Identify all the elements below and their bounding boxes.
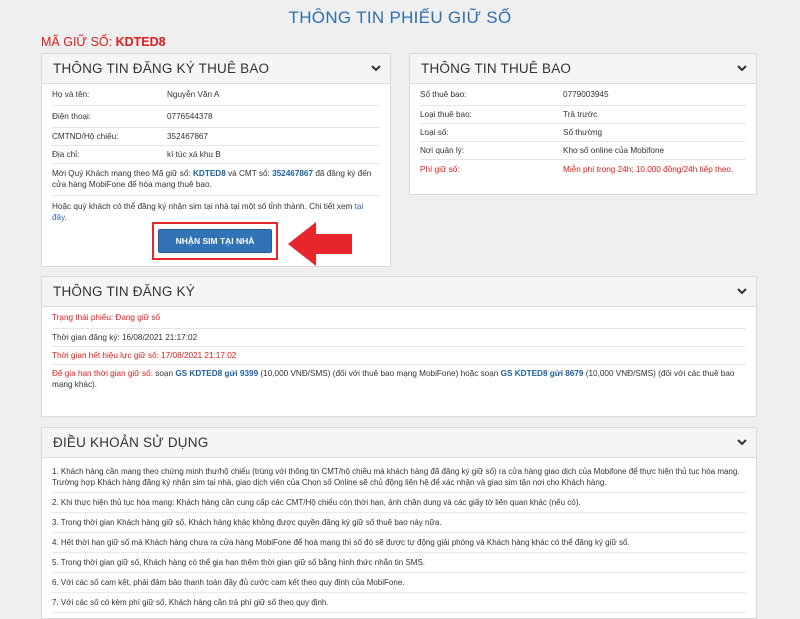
row-label: Địa chỉ: bbox=[52, 150, 80, 159]
page-title: THÔNG TIN PHIẾU GIỮ SỐ bbox=[288, 8, 512, 27]
home-delivery-button[interactable]: NHẬN SIM TẠI NHÀ bbox=[158, 229, 272, 253]
row-label: Số thuê bao: bbox=[420, 90, 467, 99]
subscriber-panel-title: THÔNG TIN ĐĂNG KÝ THUÊ BAO bbox=[53, 61, 270, 76]
number-panel-title: THÔNG TIN THUÊ BAO bbox=[421, 61, 572, 76]
row-label: Loại số: bbox=[420, 128, 449, 137]
status-row: Trạng thái phiếu: Đang giữ số bbox=[52, 307, 746, 329]
invite-text-part: Mời Quý Khách mang theo Mã giữ số: bbox=[52, 169, 191, 178]
arrow-left-icon bbox=[286, 220, 354, 268]
terms-panel-header[interactable]: ĐIỀU KHOẢN SỬ DỤNG bbox=[42, 428, 756, 458]
subscriber-panel-header[interactable]: THÔNG TIN ĐĂNG KÝ THUÊ BAO bbox=[42, 54, 390, 84]
info-row-id: CMTND/Hộ chiếu: 352467867 bbox=[52, 128, 380, 146]
terms-item: 4. Hết thời hạn giữ số mà Khách hàng chư… bbox=[52, 533, 746, 553]
terms-item: 6. Với các số cam kết, phải đảm bảo than… bbox=[52, 573, 746, 593]
terms-item: 3. Trong thời gian Khách hàng giữ số, Kh… bbox=[52, 513, 746, 533]
number-panel-header[interactable]: THÔNG TIN THUÊ BAO bbox=[410, 54, 756, 84]
row-label: Điện thoại: bbox=[52, 112, 92, 121]
invite-code: KDTED8 bbox=[193, 169, 226, 178]
row-value: Kho số online của Mobifone bbox=[563, 146, 665, 155]
info-row-number: Số thuê bao: 0779003945 bbox=[420, 84, 746, 106]
info-row-number-kind: Loại số: Số thường bbox=[420, 124, 746, 142]
row-value: Miễn phí trong 24h; 10.000 đồng/24h tiếp… bbox=[563, 164, 734, 174]
registration-panel-title: THÔNG TIN ĐĂNG KÝ bbox=[53, 284, 195, 299]
registration-panel: THÔNG TIN ĐĂNG KÝ Trạng thái phiếu: Đang… bbox=[41, 276, 757, 417]
info-row-fee: Phí giữ số: Miễn phí trong 24h; 10.000 đ… bbox=[420, 160, 746, 178]
row-label: CMTND/Hộ chiếu: bbox=[52, 132, 119, 141]
hold-code-value: KDTED8 bbox=[115, 35, 166, 49]
terms-item: 7. Với các số có kèm phí giữ số, Khách h… bbox=[52, 593, 746, 613]
expiry-time-row: Thời gian hết hiệu lực giữ số: 17/08/202… bbox=[52, 347, 746, 365]
terms-item: 2. Khi thực hiện thủ tục hòa mạng: Khách… bbox=[52, 493, 746, 513]
info-row-phone: Điện thoại: 0776544378 bbox=[52, 106, 380, 128]
registered-time-row: Thời gian đăng ký: 16/08/2021 21:17:02 bbox=[52, 329, 746, 347]
row-label: Phí giữ số: bbox=[420, 164, 460, 174]
terms-panel: ĐIỀU KHOẢN SỬ DỤNG 1. Khách hàng cần man… bbox=[41, 427, 757, 619]
info-row-type: Loại thuê bao: Trả trước bbox=[420, 106, 746, 124]
terms-item: 5. Trong thời gian giữ số, Khách hàng có… bbox=[52, 553, 746, 573]
info-row-name: Họ và tên: Nguyễn Văn A bbox=[52, 84, 380, 106]
row-value: 352467867 bbox=[167, 132, 208, 141]
button-highlight-frame: NHẬN SIM TẠI NHÀ bbox=[152, 222, 278, 260]
registered-time-text: Thời gian đăng ký: 16/08/2021 21:17:02 bbox=[52, 333, 198, 342]
chevron-down-icon[interactable] bbox=[736, 63, 748, 75]
sms-syntax: GS KDTED8 gửi 9399 bbox=[175, 369, 259, 378]
chevron-down-icon[interactable] bbox=[370, 63, 382, 75]
chevron-down-icon[interactable] bbox=[736, 437, 748, 449]
row-label: Nơi quản lý: bbox=[420, 146, 465, 155]
status-text: Trạng thái phiếu: Đang giữ số bbox=[52, 313, 161, 322]
hold-code: MÃ GIỮ SỐ: KDTED8 bbox=[41, 35, 166, 49]
extend-text-part: soạn bbox=[155, 369, 174, 378]
row-value: kí túc xá khu B bbox=[167, 150, 221, 159]
info-row-address: Địa chỉ: kí túc xá khu B bbox=[52, 146, 380, 164]
extend-text: Để gia hạn thời gian giữ số: soạn GS KDT… bbox=[52, 365, 746, 390]
number-panel: THÔNG TIN THUÊ BAO Số thuê bao: 07790039… bbox=[409, 53, 757, 195]
row-value: Số thường bbox=[563, 128, 603, 137]
invite-id: 352467867 bbox=[272, 169, 314, 178]
invite-text: Mời Quý Khách mang theo Mã giữ số: KDTED… bbox=[52, 164, 380, 196]
row-value: 0776544378 bbox=[167, 112, 213, 121]
registration-panel-header[interactable]: THÔNG TIN ĐĂNG KÝ bbox=[42, 277, 756, 307]
extend-label: Để gia hạn thời gian giữ số: bbox=[52, 369, 153, 378]
invite-text-part: và CMT số: bbox=[228, 169, 270, 178]
hold-code-label: MÃ GIỮ SỐ: bbox=[41, 35, 113, 49]
info-row-manager: Nơi quản lý: Kho số online của Mobifone bbox=[420, 142, 746, 160]
row-label: Họ và tên: bbox=[52, 90, 90, 99]
terms-item: 1. Khách hàng cần mang theo chứng minh t… bbox=[52, 462, 746, 493]
sms-syntax: GS KDTED8 gửi 8679 bbox=[500, 369, 584, 378]
terms-panel-title: ĐIỀU KHOẢN SỬ DỤNG bbox=[53, 435, 209, 450]
row-value: Trả trước bbox=[563, 110, 598, 119]
home-delivery-text-part: Hoặc quý khách có thể đăng ký nhận sim t… bbox=[52, 202, 353, 211]
chevron-down-icon[interactable] bbox=[736, 286, 748, 298]
extend-text-part: (10,000 VNĐ/SMS) (đối với thuê bao mạng … bbox=[260, 369, 499, 378]
row-label: Loại thuê bao: bbox=[420, 110, 472, 119]
home-delivery-text: Hoặc quý khách có thể đăng ký nhận sim t… bbox=[52, 196, 380, 223]
row-value: Nguyễn Văn A bbox=[167, 90, 220, 99]
expiry-time-text: Thời gian hết hiệu lực giữ số: 17/08/202… bbox=[52, 351, 237, 360]
row-value: 0779003945 bbox=[563, 90, 609, 99]
